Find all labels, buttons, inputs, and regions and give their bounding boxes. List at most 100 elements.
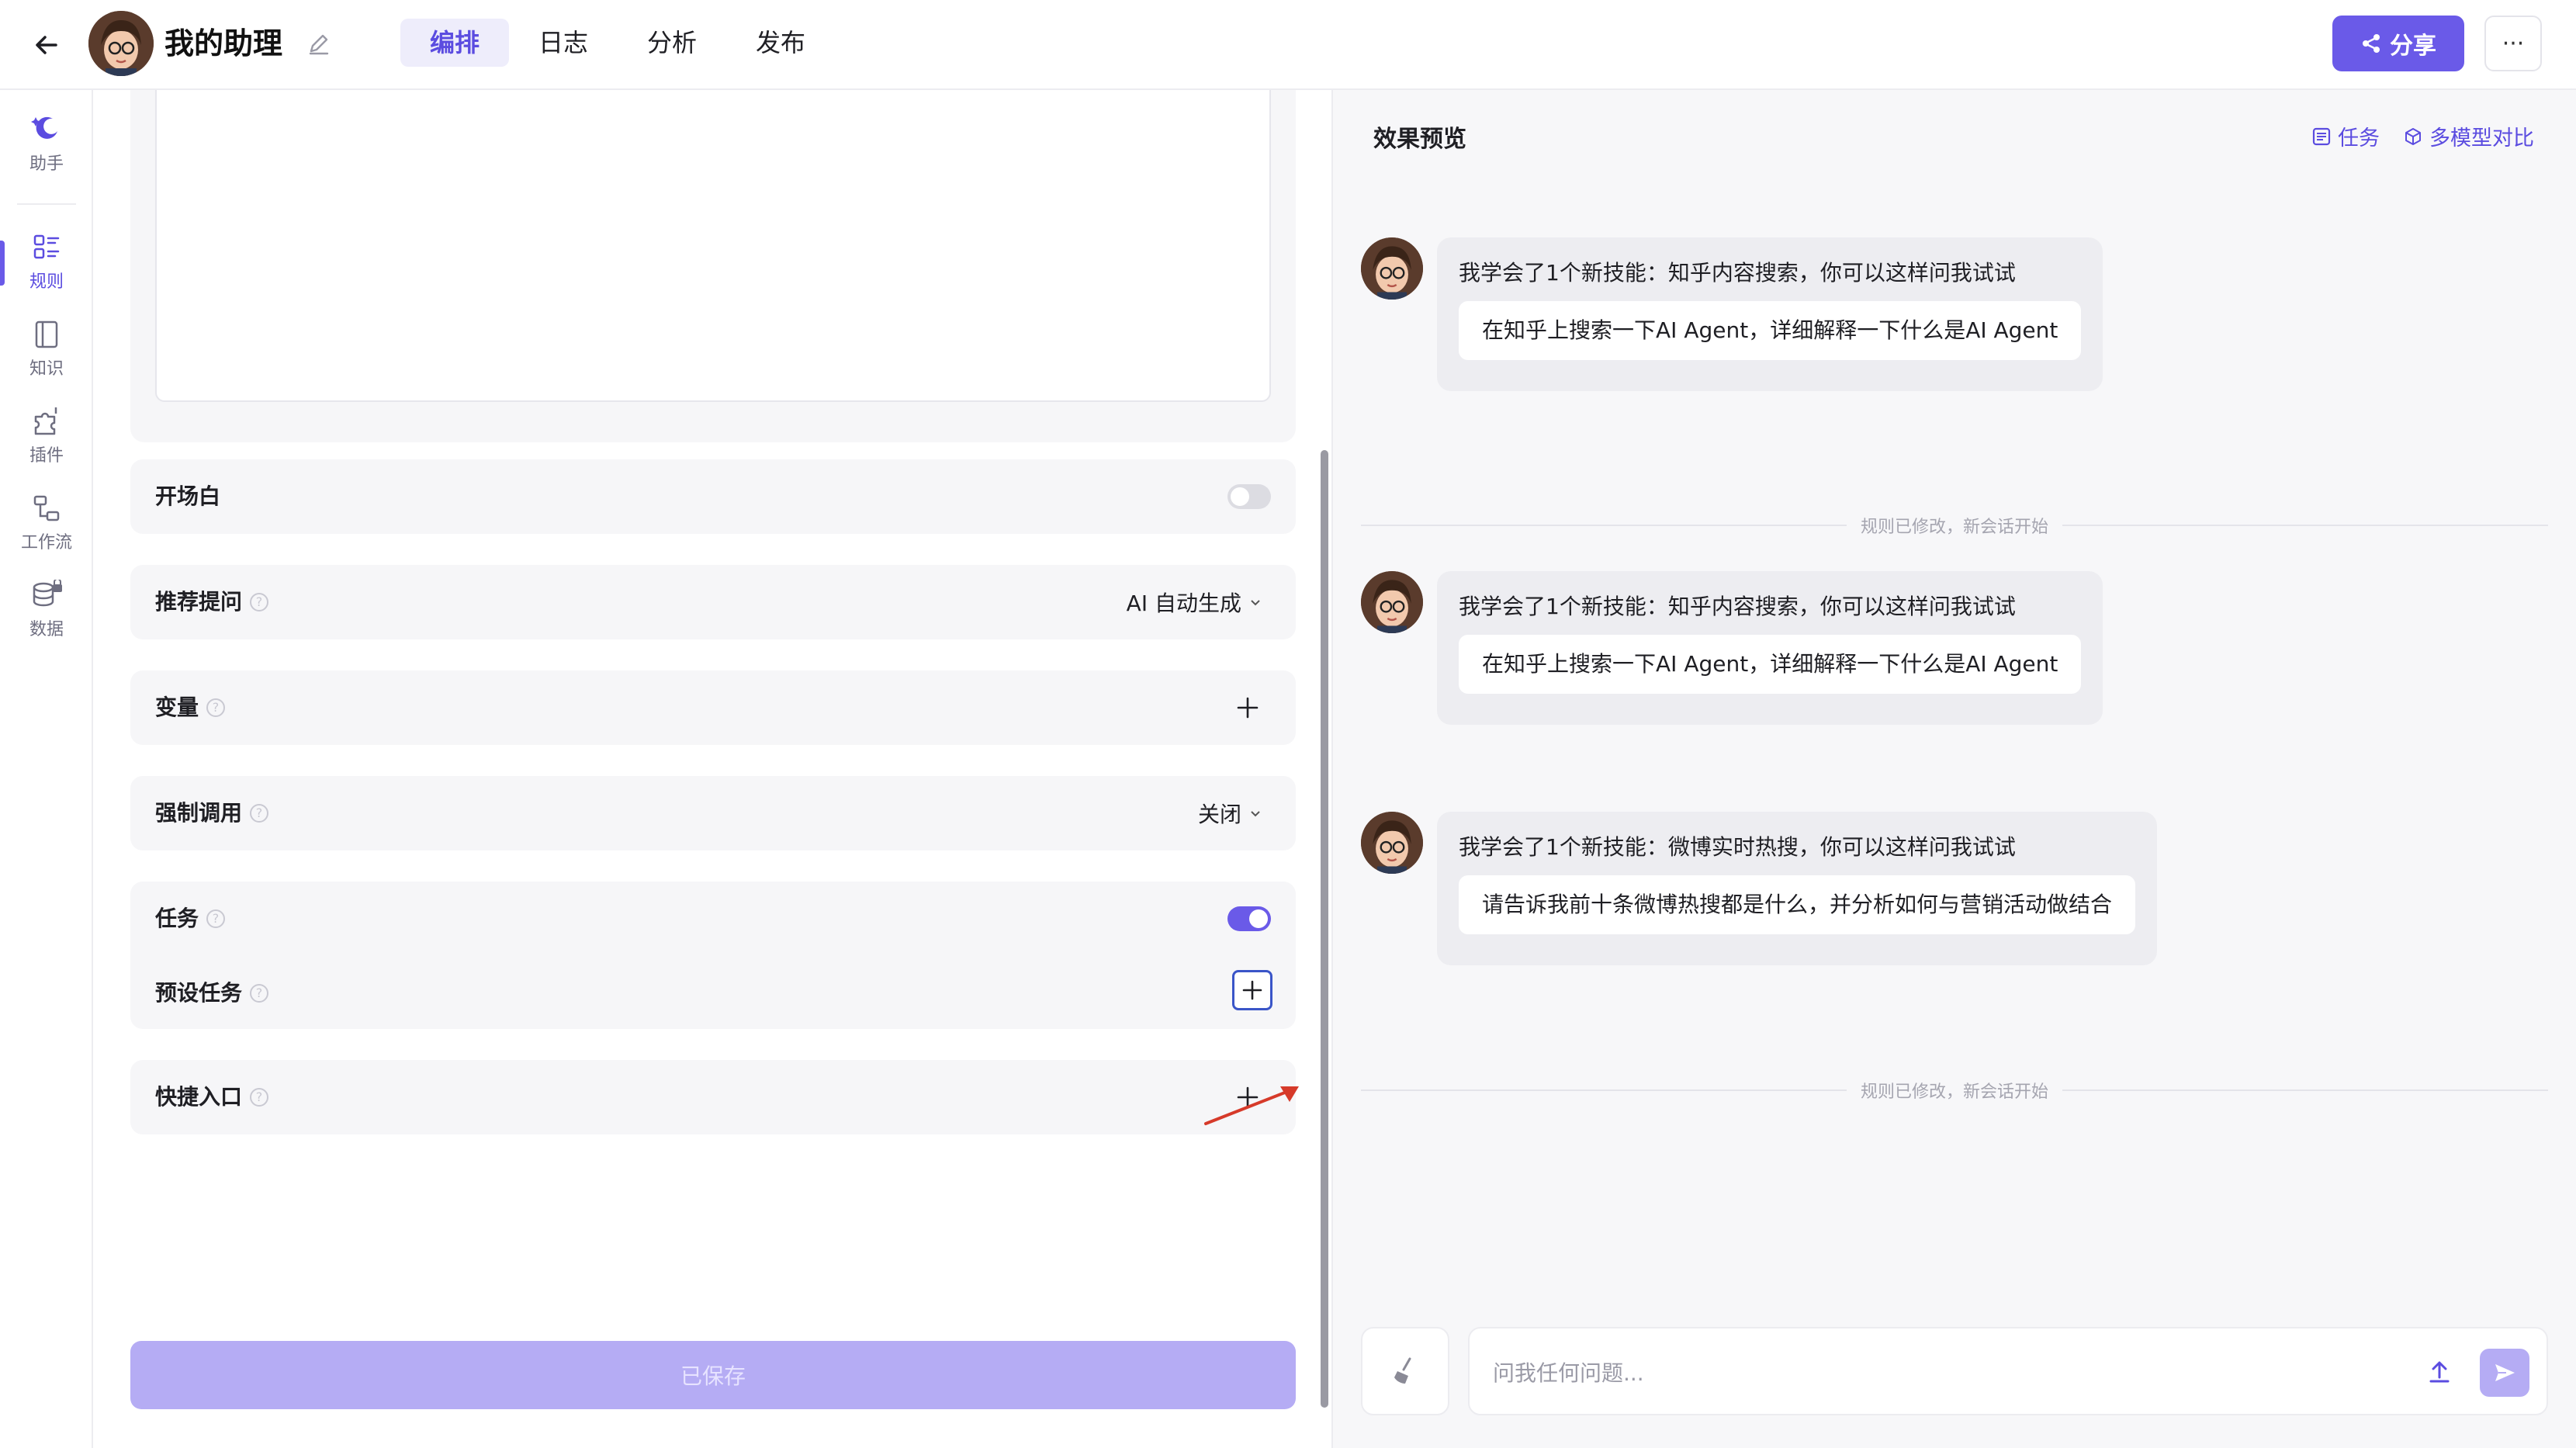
message-bubble: 我学会了1个新技能：知乎内容搜索，你可以这样问我试试 在知乎上搜索一下AI Ag… [1437, 237, 2103, 391]
edit-pencil-icon[interactable] [304, 29, 334, 59]
sidebar-label: 助手 [29, 154, 64, 174]
sidebar-item-data[interactable]: 数据 [0, 571, 93, 649]
suggested-question[interactable]: 在知乎上搜索一下AI Agent，详细解释一下什么是AI Agent [1459, 301, 2082, 360]
assistant-icon [31, 116, 57, 139]
preview-pane: 效果预览 任务 多模型对比 我学会了1个新技能：知乎内容搜索，你可以这样问我试试… [1331, 90, 2576, 1448]
chat-input-box [1468, 1327, 2548, 1415]
multi-model-compare-button[interactable]: 多模型对比 [2403, 121, 2534, 151]
preset-task-label: 预设任务? [155, 979, 269, 1007]
add-variable-plus-icon[interactable] [1231, 691, 1265, 725]
back-arrow-icon[interactable] [28, 26, 65, 64]
chevron-down-icon [1251, 600, 1260, 606]
sidebar-item-assistant[interactable]: 助手 [0, 104, 93, 182]
suggested-question[interactable]: 请告诉我前十条微博热搜都是什么，并分析如何与营销活动做结合 [1459, 875, 2136, 934]
help-icon[interactable]: ? [206, 909, 226, 928]
share-button[interactable]: 分享 [2332, 16, 2464, 71]
sidebar-item-workflow[interactable]: 工作流 [0, 484, 93, 562]
send-icon [2495, 1364, 2515, 1381]
message-bubble: 我学会了1个新技能：知乎内容搜索，你可以这样问我试试 在知乎上搜索一下AI Ag… [1437, 571, 2103, 725]
assistant-avatar [88, 11, 154, 76]
chevron-down-icon [1251, 811, 1260, 817]
message-text: 我学会了1个新技能：知乎内容搜索，你可以这样问我试试 [1459, 260, 2016, 286]
chat-input-bar [1361, 1327, 2548, 1415]
database-lock-icon [33, 580, 62, 607]
sidebar-item-knowledge[interactable]: 知识 [0, 310, 93, 388]
message-bubble: 我学会了1个新技能：微博实时热搜，你可以这样问我试试 请告诉我前十条微博热搜都是… [1437, 812, 2158, 965]
sidebar-divider [17, 203, 76, 205]
force-call-label: 强制调用? [155, 799, 269, 827]
tab-publish[interactable]: 发布 [726, 19, 835, 67]
prompt-textarea[interactable] [155, 90, 1271, 402]
help-icon[interactable]: ? [250, 593, 269, 611]
session-divider-text: 规则已修改，新会话开始 [1861, 1083, 2049, 1102]
variables-label-text: 变量 [155, 695, 199, 720]
suggest-value: AI 自动生成 [1126, 591, 1241, 616]
preview-task-label: 任务 [2338, 126, 2380, 151]
tasks-row: 任务? 预设任务? [130, 882, 1296, 1029]
tasks-toggle[interactable] [1227, 906, 1271, 931]
multi-model-compare-label: 多模型对比 [2429, 126, 2534, 151]
help-icon[interactable]: ? [250, 1088, 269, 1107]
suggest-label-text: 推荐提问 [155, 589, 243, 615]
sidebar-label: 数据 [29, 620, 64, 639]
tab-arrange[interactable]: 编排 [400, 19, 510, 67]
preset-task-label-text: 预设任务 [155, 980, 243, 1006]
tab-analysis[interactable]: 分析 [618, 19, 726, 67]
help-icon[interactable]: ? [250, 984, 269, 1003]
opening-label: 开场白 [155, 483, 220, 511]
help-icon[interactable]: ? [206, 698, 226, 717]
share-icon [2363, 34, 2380, 53]
suggest-select[interactable]: AI 自动生成 [1127, 587, 1262, 618]
app-title: 我的助理 [164, 26, 283, 61]
sidebar-item-rules[interactable]: 规则 [0, 223, 93, 301]
plugin-icon [34, 407, 57, 435]
session-divider: 规则已修改，新会话开始 [1361, 1079, 2549, 1102]
workflow-icon [33, 495, 60, 521]
force-call-label-text: 强制调用 [155, 800, 243, 826]
opening-toggle[interactable] [1227, 484, 1271, 509]
message-text: 我学会了1个新技能：知乎内容搜索，你可以这样问我试试 [1459, 594, 2016, 619]
suggest-row: 推荐提问? AI 自动生成 [130, 565, 1296, 639]
more-options-button[interactable]: ··· [2484, 16, 2542, 71]
config-pane: 开场白 推荐提问? AI 自动生成 变量? 强制调用? 关闭 任务? 预设任务? [93, 90, 1331, 1448]
chat-input[interactable] [1493, 1352, 2346, 1394]
bot-avatar [1361, 571, 1423, 633]
force-call-select[interactable]: 关闭 [1198, 798, 1262, 829]
session-divider: 规则已修改，新会话开始 [1361, 514, 2549, 537]
message-text: 我学会了1个新技能：微博实时热搜，你可以这样问我试试 [1459, 834, 2016, 860]
opening-label-text: 开场白 [155, 483, 221, 509]
config-scrollbar[interactable] [1321, 450, 1328, 1408]
force-call-value: 关闭 [1197, 802, 1241, 827]
tasks-label: 任务? [155, 905, 226, 933]
rules-icon [33, 234, 60, 259]
top-header: 我的助理 编排 日志 分析 发布 分享 ··· [0, 0, 2576, 90]
shortcuts-label: 快捷入口? [155, 1083, 269, 1111]
add-preset-task-button[interactable] [1232, 970, 1272, 1010]
send-button[interactable] [2480, 1349, 2529, 1397]
session-divider-text: 规则已修改，新会话开始 [1861, 518, 2049, 537]
suggested-question[interactable]: 在知乎上搜索一下AI Agent，详细解释一下什么是AI Agent [1459, 635, 2082, 694]
save-button[interactable]: 已保存 [130, 1341, 1296, 1409]
sidebar-item-plugins[interactable]: 插件 [0, 397, 93, 475]
clear-chat-button[interactable] [1361, 1327, 1449, 1415]
tab-logs[interactable]: 日志 [509, 19, 618, 67]
knowledge-icon [35, 320, 58, 348]
upload-icon[interactable] [2422, 1355, 2457, 1389]
broom-icon [1394, 1357, 1411, 1384]
force-call-row: 强制调用? 关闭 [130, 776, 1296, 850]
help-icon[interactable]: ? [250, 804, 269, 823]
sidebar-label: 工作流 [20, 533, 72, 553]
sidebar-label: 知识 [29, 359, 64, 379]
preview-task-button[interactable]: 任务 [2311, 121, 2380, 151]
annotation-arrow-icon [1204, 1086, 1299, 1125]
left-sidebar: 助手 规则 知识 插件 工作流 数据 [0, 90, 93, 1448]
bot-avatar [1361, 237, 1423, 300]
sidebar-label: 插件 [29, 446, 64, 466]
share-label: 分享 [2390, 33, 2436, 60]
prompt-editor-card [130, 90, 1296, 442]
plus-icon [1242, 980, 1262, 1000]
tasks-label-text: 任务 [155, 906, 199, 931]
sidebar-label: 规则 [29, 272, 64, 292]
preview-title: 效果预览 [1373, 126, 1466, 153]
preview-actions: 任务 多模型对比 [2311, 121, 2534, 151]
